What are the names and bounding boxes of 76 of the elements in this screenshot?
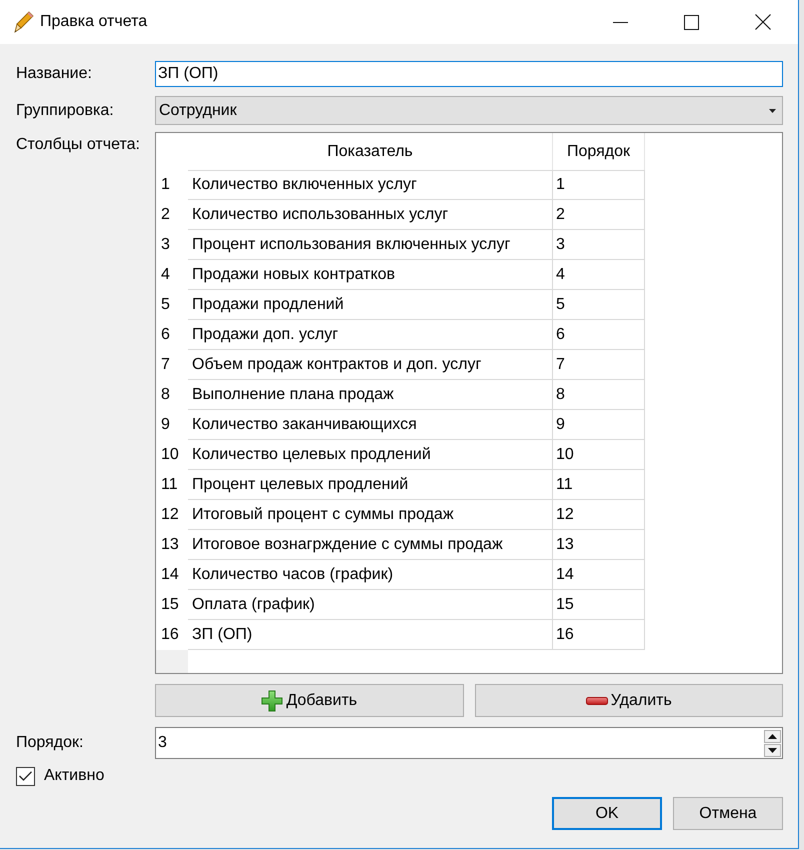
name-label: Название: xyxy=(16,64,93,84)
spin-up-button[interactable] xyxy=(764,730,781,742)
table-cell: Количество использованных услуг xyxy=(188,200,553,230)
table-cell: 8 xyxy=(553,380,645,410)
pencil-icon xyxy=(14,11,34,33)
active-checkbox[interactable] xyxy=(16,766,35,786)
spin-down-button[interactable] xyxy=(764,744,781,756)
table-cell: 6 xyxy=(553,320,645,350)
row-number[interactable]: 11 xyxy=(156,470,188,500)
plus-icon xyxy=(261,690,284,712)
row-number[interactable]: 16 xyxy=(156,620,188,650)
table-cell: Оплата (график) xyxy=(188,590,553,620)
table-cell: Количество часов (график) xyxy=(188,560,553,590)
table-cell: 14 xyxy=(553,560,645,590)
column-header[interactable]: Показатель xyxy=(188,133,553,170)
order-label: Порядок: xyxy=(16,733,84,753)
table-cell: Продажи продлений xyxy=(188,290,553,320)
table-cell: 16 xyxy=(553,620,645,650)
maximize-icon xyxy=(684,14,699,30)
table-cell: Продажи новых контратков xyxy=(188,260,553,290)
ok-button[interactable]: OK xyxy=(552,797,662,830)
row-number[interactable]: 5 xyxy=(156,290,188,320)
order-spin-field[interactable]: 3 xyxy=(155,727,783,759)
remove-button[interactable]: Удалить xyxy=(474,684,783,717)
row-number[interactable]: 2 xyxy=(156,200,188,230)
table-cell: Процент целевых продлений xyxy=(188,470,553,500)
row-number[interactable]: 6 xyxy=(156,320,188,350)
row-number[interactable]: 8 xyxy=(156,380,188,410)
row-number[interactable]: 4 xyxy=(156,260,188,290)
table-cell: Количество включенных услуг xyxy=(188,170,553,200)
row-number[interactable]: 10 xyxy=(156,440,188,470)
table-cell: 15 xyxy=(553,590,645,620)
table-cell: Количество заканчивающихся xyxy=(188,410,553,440)
table-cell: 9 xyxy=(553,410,645,440)
table-cell: 3 xyxy=(553,230,645,260)
down-arrow-icon xyxy=(768,748,777,752)
table-cell: 10 xyxy=(553,440,645,470)
row-header-background xyxy=(156,650,188,673)
table-cell: Объем продаж контрактов и доп. услуг xyxy=(188,350,553,380)
table-cell: 11 xyxy=(553,470,645,500)
table-cell: 2 xyxy=(553,200,645,230)
table-cell: 13 xyxy=(553,530,645,560)
table-cell: Продажи доп. услуг xyxy=(188,320,553,350)
add-button[interactable]: Добавить xyxy=(155,684,464,717)
minus-icon xyxy=(586,696,608,704)
grouping-dropdown[interactable]: Сотрудник xyxy=(155,96,783,125)
table-cell: 1 xyxy=(553,170,645,200)
name-field[interactable]: ЗП (ОП) xyxy=(155,61,783,87)
row-number[interactable]: 3 xyxy=(156,230,188,260)
row-number[interactable]: 9 xyxy=(156,410,188,440)
cancel-button[interactable]: Отмена xyxy=(673,797,783,830)
window-title: Правка отчета xyxy=(40,12,148,32)
row-number[interactable]: 14 xyxy=(156,560,188,590)
table-cell: ЗП (ОП) xyxy=(188,620,553,650)
table-cell: 7 xyxy=(553,350,645,380)
active-label: Активно xyxy=(44,766,104,786)
table-cell: Процент использования включенных услуг xyxy=(188,230,553,260)
table-cell: Количество целевых продлений xyxy=(188,440,553,470)
columns-label: Столбцы отчета: xyxy=(16,135,141,155)
check-icon xyxy=(19,771,32,781)
row-number[interactable]: 15 xyxy=(156,590,188,620)
up-arrow-icon xyxy=(768,734,777,738)
column-header[interactable]: Порядок xyxy=(553,133,645,170)
close-icon xyxy=(754,14,770,30)
row-number[interactable]: 12 xyxy=(156,500,188,530)
dropdown-arrow-icon xyxy=(769,108,776,112)
row-number[interactable]: 1 xyxy=(156,170,188,200)
table-cell: Выполнение плана продаж xyxy=(188,380,553,410)
table-cell: Итоговый процент с суммы продаж xyxy=(188,500,553,530)
table-cell: 5 xyxy=(553,290,645,320)
grouping-label: Группировка: xyxy=(16,100,115,120)
table-cell: Итоговое вознагрждение с суммы продаж xyxy=(188,530,553,560)
table-cell: 12 xyxy=(553,500,645,530)
row-number[interactable]: 7 xyxy=(156,350,188,380)
row-number[interactable]: 13 xyxy=(156,530,188,560)
table-cell: 4 xyxy=(553,260,645,290)
